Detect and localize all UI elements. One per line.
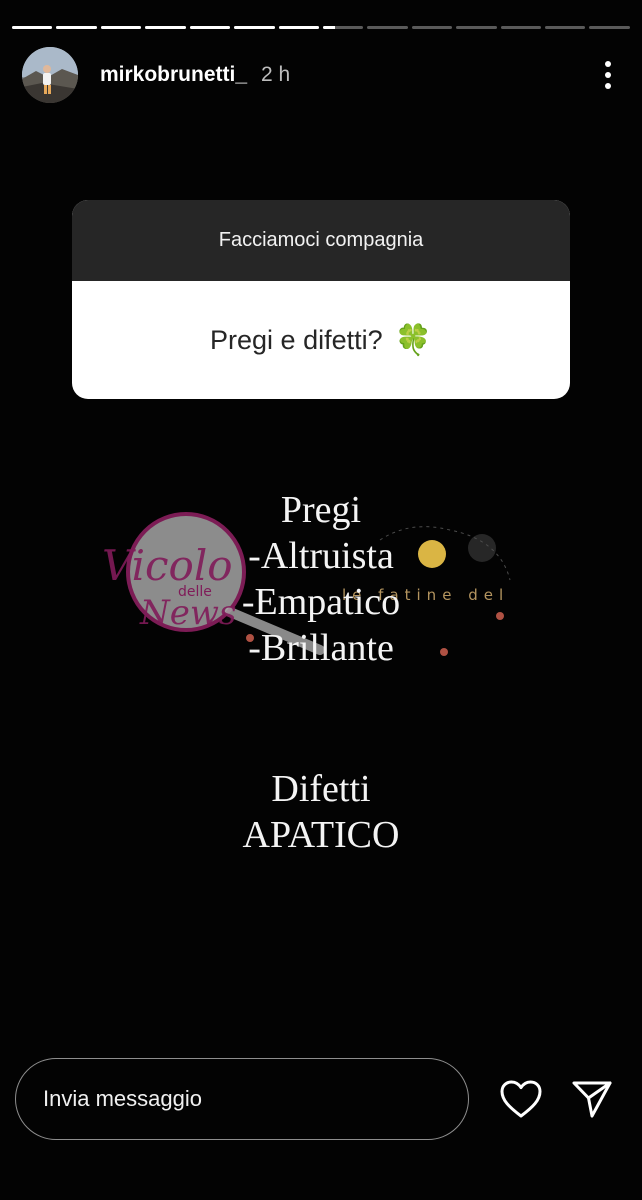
progress-segment — [234, 26, 275, 29]
progress-segment — [322, 26, 364, 29]
progress-segment — [411, 26, 453, 29]
heart-icon — [500, 1080, 542, 1118]
progress-segment — [589, 26, 630, 29]
pregi-heading: Pregi — [280, 489, 362, 531]
avatar[interactable] — [22, 47, 78, 103]
story-viewer[interactable]: mirkobrunetti_ 2 h Facciamoci compagnia … — [0, 0, 642, 1200]
progress-segment — [12, 26, 53, 29]
progress-segment — [145, 26, 186, 29]
question-sticker[interactable]: Facciamoci compagnia Pregi e difetti? 🍀 — [72, 200, 570, 399]
question-text: Pregi e difetti? — [210, 324, 383, 355]
story-header: mirkobrunetti_ 2 h — [22, 46, 620, 104]
answer-difetti: Difetti APATICO — [0, 766, 642, 858]
story-progress-bar — [12, 26, 630, 29]
username[interactable]: mirkobrunetti_ — [100, 63, 247, 87]
pregi-item: -Empatico — [241, 581, 401, 623]
progress-fill — [56, 26, 97, 29]
progress-segment — [500, 26, 542, 29]
progress-fill — [12, 26, 53, 29]
story-timestamp: 2 h — [261, 63, 291, 86]
progress-segment — [367, 26, 408, 29]
question-sticker-title: Facciamoci compagnia — [72, 200, 570, 281]
like-button[interactable] — [495, 1073, 547, 1125]
progress-fill — [234, 26, 275, 29]
progress-segment — [278, 26, 319, 29]
progress-fill — [145, 26, 186, 29]
progress-segment — [545, 26, 586, 29]
profile-photo — [22, 47, 78, 103]
progress-fill — [322, 26, 336, 29]
difetti-item: APATICO — [242, 814, 400, 856]
progress-segment — [189, 26, 231, 29]
difetti-heading: Difetti — [271, 768, 371, 810]
more-options-button[interactable] — [596, 55, 620, 95]
progress-fill — [189, 26, 231, 29]
progress-fill — [100, 26, 142, 29]
answer-pregi: Pregi -Altruista -Empatico -Brillante — [0, 487, 642, 671]
pregi-item: -Altruista — [248, 535, 394, 577]
progress-segment — [100, 26, 142, 29]
pregi-item: -Brillante — [248, 627, 394, 669]
clover-emoji: 🍀 — [394, 323, 432, 357]
share-button[interactable] — [566, 1073, 618, 1125]
message-input[interactable] — [15, 1058, 469, 1140]
send-icon — [572, 1081, 612, 1118]
progress-fill — [278, 26, 319, 29]
progress-segment — [56, 26, 97, 29]
more-vertical-icon — [605, 61, 611, 89]
progress-segment — [456, 26, 497, 29]
question-sticker-body: Pregi e difetti? 🍀 — [72, 281, 570, 399]
